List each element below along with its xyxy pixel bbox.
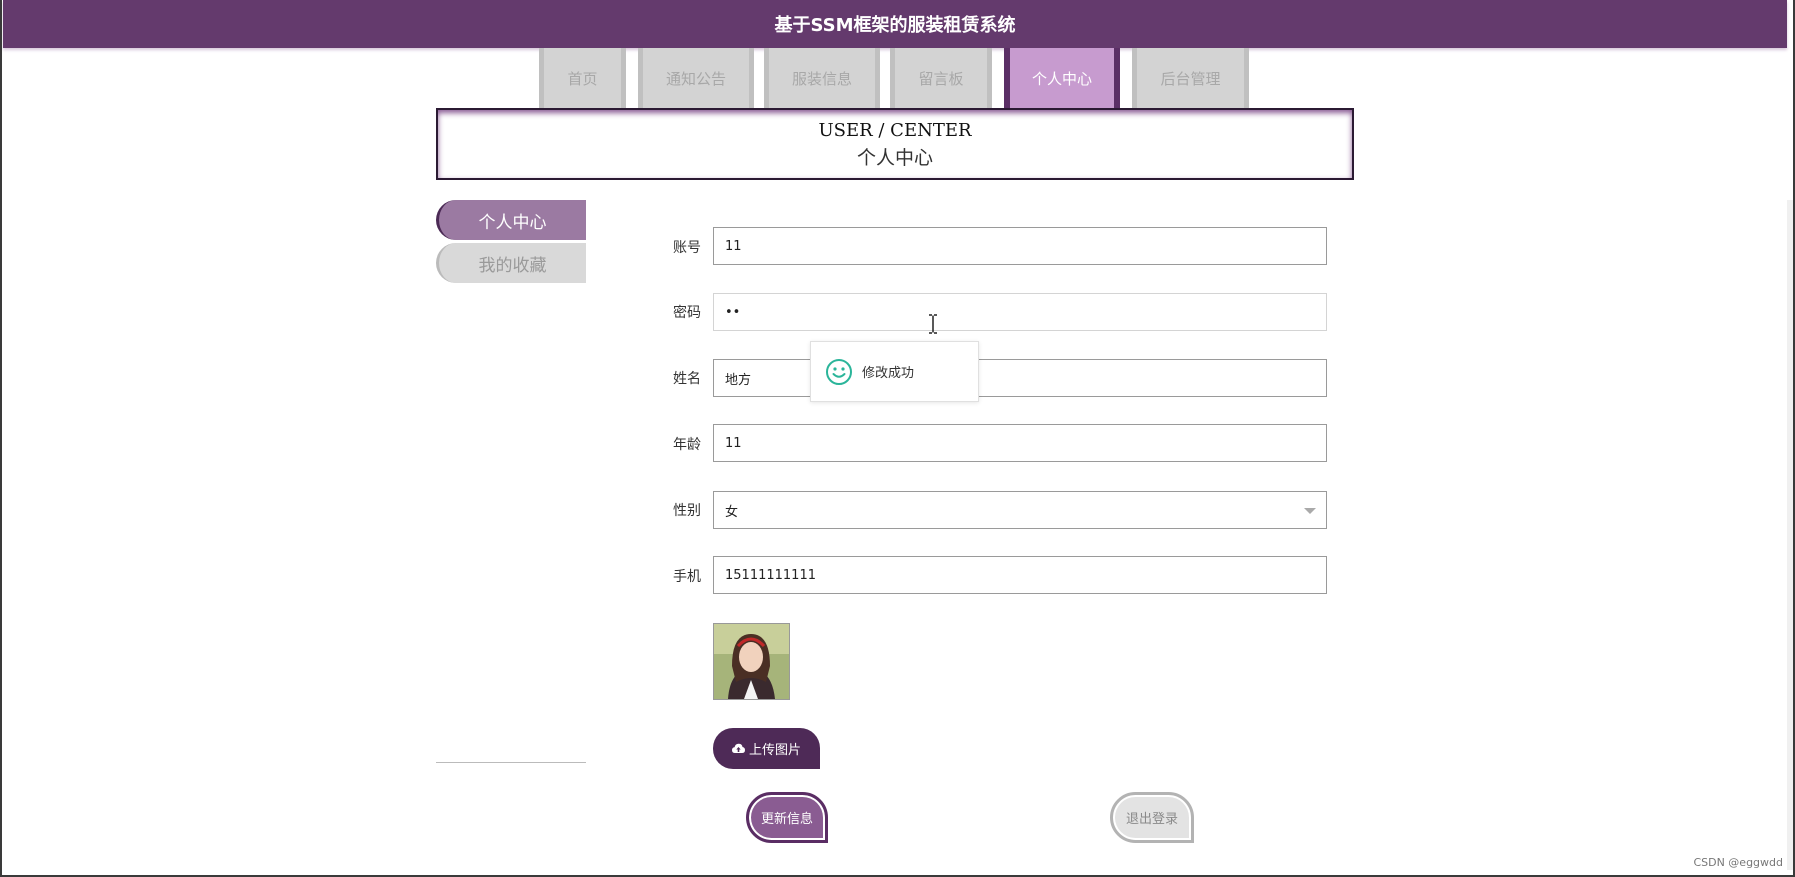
page-scrollbar[interactable] bbox=[1787, 200, 1795, 870]
nav-clothing-info[interactable]: 服装信息 bbox=[764, 48, 880, 108]
text-cursor-icon bbox=[929, 314, 937, 334]
page-title-cn: 个人中心 bbox=[856, 147, 933, 169]
age-field[interactable]: 11 bbox=[713, 424, 1327, 462]
toast-message: 修改成功 bbox=[862, 366, 915, 381]
nav-personal-center[interactable]: 个人中心 bbox=[1004, 48, 1120, 108]
page-title-box: USER / CENTER 个人中心 bbox=[436, 108, 1354, 180]
sidebar-divider bbox=[436, 762, 586, 763]
nav-admin[interactable]: 后台管理 bbox=[1132, 48, 1249, 108]
gender-value: 女 bbox=[725, 504, 739, 520]
account-field[interactable]: 11 bbox=[713, 227, 1327, 265]
phone-field[interactable]: 15111111111 bbox=[713, 556, 1327, 594]
page-title-en: USER / CENTER bbox=[818, 120, 972, 141]
smile-icon bbox=[826, 358, 852, 385]
age-label: 年龄 bbox=[673, 437, 701, 453]
phone-label: 手机 bbox=[673, 569, 701, 585]
name-field[interactable]: 地方 bbox=[713, 359, 1327, 397]
update-info-button[interactable]: 更新信息 bbox=[746, 792, 828, 843]
sidebar-item-favorites[interactable]: 我的收藏 bbox=[436, 243, 586, 283]
nav-notices[interactable]: 通知公告 bbox=[638, 48, 754, 108]
name-label: 姓名 bbox=[673, 371, 701, 387]
password-label: 密码 bbox=[673, 305, 701, 321]
cloud-upload-icon bbox=[731, 743, 745, 753]
nav-home[interactable]: 首页 bbox=[539, 48, 626, 108]
watermark: CSDN @eggwdd bbox=[1693, 856, 1783, 869]
success-toast: 修改成功 bbox=[810, 341, 979, 402]
nav-message-board[interactable]: 留言板 bbox=[890, 48, 992, 108]
gender-select[interactable]: 女 bbox=[713, 491, 1327, 529]
gender-label: 性别 bbox=[673, 503, 701, 519]
upload-image-button[interactable]: 上传图片 bbox=[713, 728, 820, 769]
account-label: 账号 bbox=[673, 240, 701, 256]
avatar-image bbox=[713, 623, 790, 700]
password-field[interactable]: •• bbox=[713, 293, 1327, 331]
site-header: 基于SSM框架的服装租赁系统 bbox=[3, 0, 1787, 48]
sidebar-item-personal-center[interactable]: 个人中心 bbox=[436, 200, 586, 240]
logout-button[interactable]: 退出登录 bbox=[1110, 792, 1194, 843]
site-title: 基于SSM框架的服装租赁系统 bbox=[774, 15, 1016, 36]
chevron-down-icon bbox=[1304, 508, 1316, 514]
upload-button-label: 上传图片 bbox=[748, 743, 801, 758]
main-nav: 首页 通知公告 服装信息 留言板 个人中心 后台管理 bbox=[0, 48, 1795, 108]
